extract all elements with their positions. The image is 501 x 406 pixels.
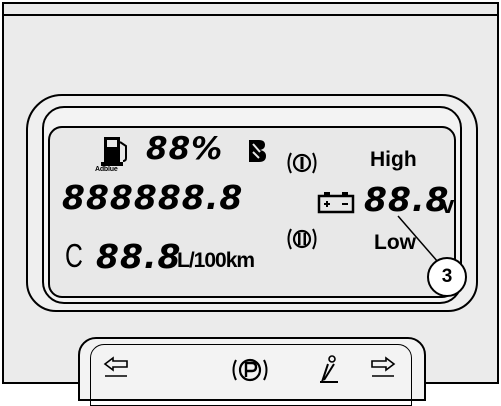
callout-3: 3 xyxy=(427,257,467,297)
callout-leader-line xyxy=(397,215,439,263)
left-turn-arrow-icon xyxy=(103,356,128,377)
parking-brake-icon xyxy=(232,358,268,382)
right-turn-arrow-icon xyxy=(371,356,396,377)
seatbelt-icon xyxy=(320,355,338,383)
callout-number: 3 xyxy=(441,266,453,287)
